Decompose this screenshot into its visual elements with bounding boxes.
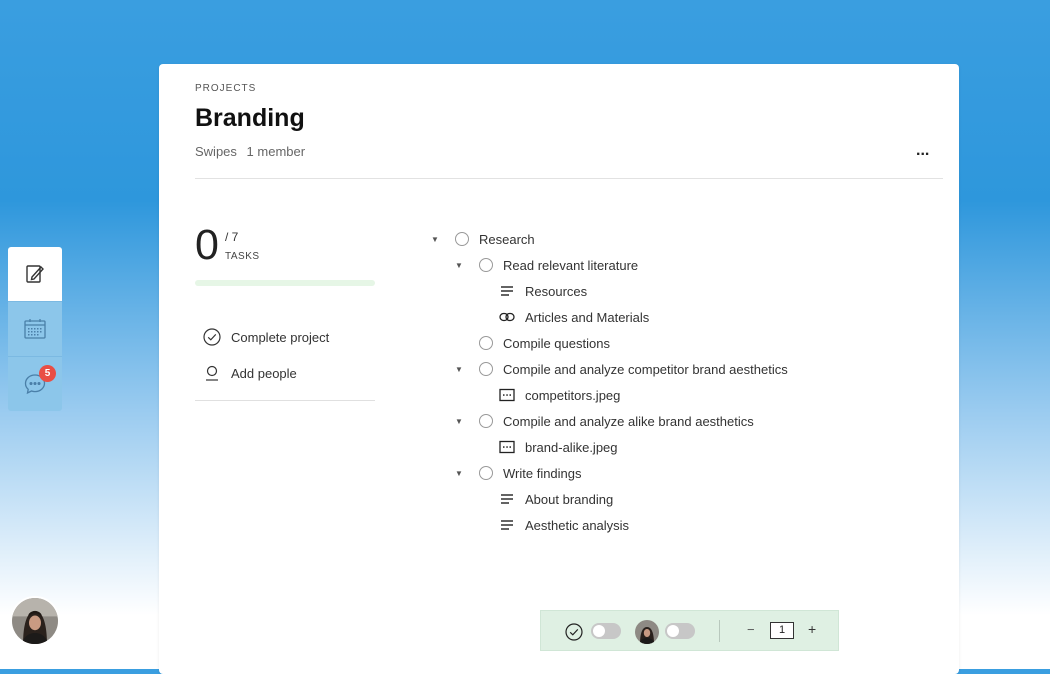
more-options-button[interactable]: ...	[916, 142, 929, 160]
decrease-button[interactable]: −	[747, 622, 755, 637]
project-meta: Swipes 1 member	[195, 144, 311, 159]
note-icon	[499, 284, 515, 298]
user-avatar-image	[12, 598, 58, 644]
task-checkbox[interactable]	[479, 414, 493, 428]
tasks-label: TASKS	[225, 251, 260, 262]
calendar-icon	[24, 319, 46, 339]
caret-down-icon[interactable]: ▼	[431, 235, 439, 244]
workspace-link[interactable]: Swipes	[195, 144, 237, 159]
add-people-label: Add people	[231, 365, 297, 381]
image-icon	[499, 440, 515, 454]
progress-bar	[195, 280, 375, 286]
attachment-label[interactable]: Articles and Materials	[525, 310, 649, 325]
attachment-label[interactable]: Aesthetic analysis	[525, 518, 629, 533]
tree-item: ▼ Write findings	[455, 463, 582, 483]
task-label[interactable]: Compile and analyze alike brand aestheti…	[503, 414, 754, 429]
tree-item: ▼ Research	[431, 229, 535, 249]
nav-chat-button[interactable]: 5	[8, 356, 62, 411]
project-panel: PROJECTS Branding Swipes 1 member ... 0 …	[159, 64, 959, 674]
tree-item: Articles and Materials	[499, 307, 649, 327]
caret-down-icon[interactable]: ▼	[455, 365, 463, 374]
page-title: Branding	[195, 104, 305, 132]
completed-toggle[interactable]	[591, 623, 621, 639]
actions-divider	[195, 400, 375, 401]
task-checkbox[interactable]	[455, 232, 469, 246]
task-checkbox[interactable]	[479, 466, 493, 480]
user-avatar[interactable]	[10, 596, 60, 646]
attachment-label[interactable]: Resources	[525, 284, 587, 299]
nav-calendar-button[interactable]	[8, 301, 62, 356]
total-count: / 7	[225, 230, 239, 244]
link-icon	[499, 310, 515, 324]
tree-item: ▼ Compile and analyze competitor brand a…	[455, 359, 788, 379]
check-circle-icon	[203, 328, 221, 346]
tree-item: ▼ Compile and analyze alike brand aesthe…	[455, 411, 754, 431]
check-circle-icon[interactable]	[565, 623, 583, 641]
complete-project-button[interactable]: Complete project	[203, 328, 329, 346]
caret-down-icon[interactable]: ▼	[455, 417, 463, 426]
completed-count: 0	[195, 221, 219, 269]
attachment-label[interactable]: competitors.jpeg	[525, 388, 620, 403]
tree-item: ▼ Read relevant literature	[455, 255, 638, 275]
notes-icon	[26, 265, 44, 283]
task-label[interactable]: Compile and analyze competitor brand aes…	[503, 362, 788, 377]
person-icon	[206, 365, 218, 381]
add-people-button[interactable]: Add people	[203, 364, 297, 382]
tree-item: brand-alike.jpeg	[499, 437, 618, 457]
left-nav-rail: 5	[8, 247, 62, 411]
tree-item: Aesthetic analysis	[499, 515, 629, 535]
tree-item: competitors.jpeg	[499, 385, 620, 405]
attachment-label[interactable]: About branding	[525, 492, 613, 507]
toolbar-separator	[719, 620, 720, 642]
note-icon	[499, 518, 515, 532]
assignee-toggle[interactable]	[665, 623, 695, 639]
task-checkbox[interactable]	[479, 362, 493, 376]
member-avatar[interactable]	[635, 620, 659, 644]
task-label[interactable]: Research	[479, 232, 535, 247]
caret-down-icon[interactable]: ▼	[455, 261, 463, 270]
nav-notes-button[interactable]	[8, 247, 62, 301]
task-checkbox[interactable]	[479, 336, 493, 350]
members-link[interactable]: 1 member	[247, 144, 306, 159]
breadcrumb[interactable]: PROJECTS	[195, 83, 256, 94]
bottom-toolbar: − 1 +	[540, 610, 839, 651]
attachment-label[interactable]: brand-alike.jpeg	[525, 440, 618, 455]
task-checkbox[interactable]	[479, 258, 493, 272]
unread-badge: 5	[39, 365, 56, 382]
image-icon	[499, 388, 515, 402]
caret-down-icon[interactable]: ▼	[455, 469, 463, 478]
tree-item: Compile questions	[479, 333, 610, 353]
depth-input[interactable]: 1	[770, 622, 794, 639]
task-label[interactable]: Read relevant literature	[503, 258, 638, 273]
task-label[interactable]: Compile questions	[503, 336, 610, 351]
header-divider	[195, 178, 943, 179]
tree-item: Resources	[499, 281, 587, 301]
tree-item: About branding	[499, 489, 613, 509]
task-label[interactable]: Write findings	[503, 466, 582, 481]
note-icon	[499, 492, 515, 506]
complete-project-label: Complete project	[231, 329, 330, 345]
increase-button[interactable]: +	[808, 621, 816, 637]
